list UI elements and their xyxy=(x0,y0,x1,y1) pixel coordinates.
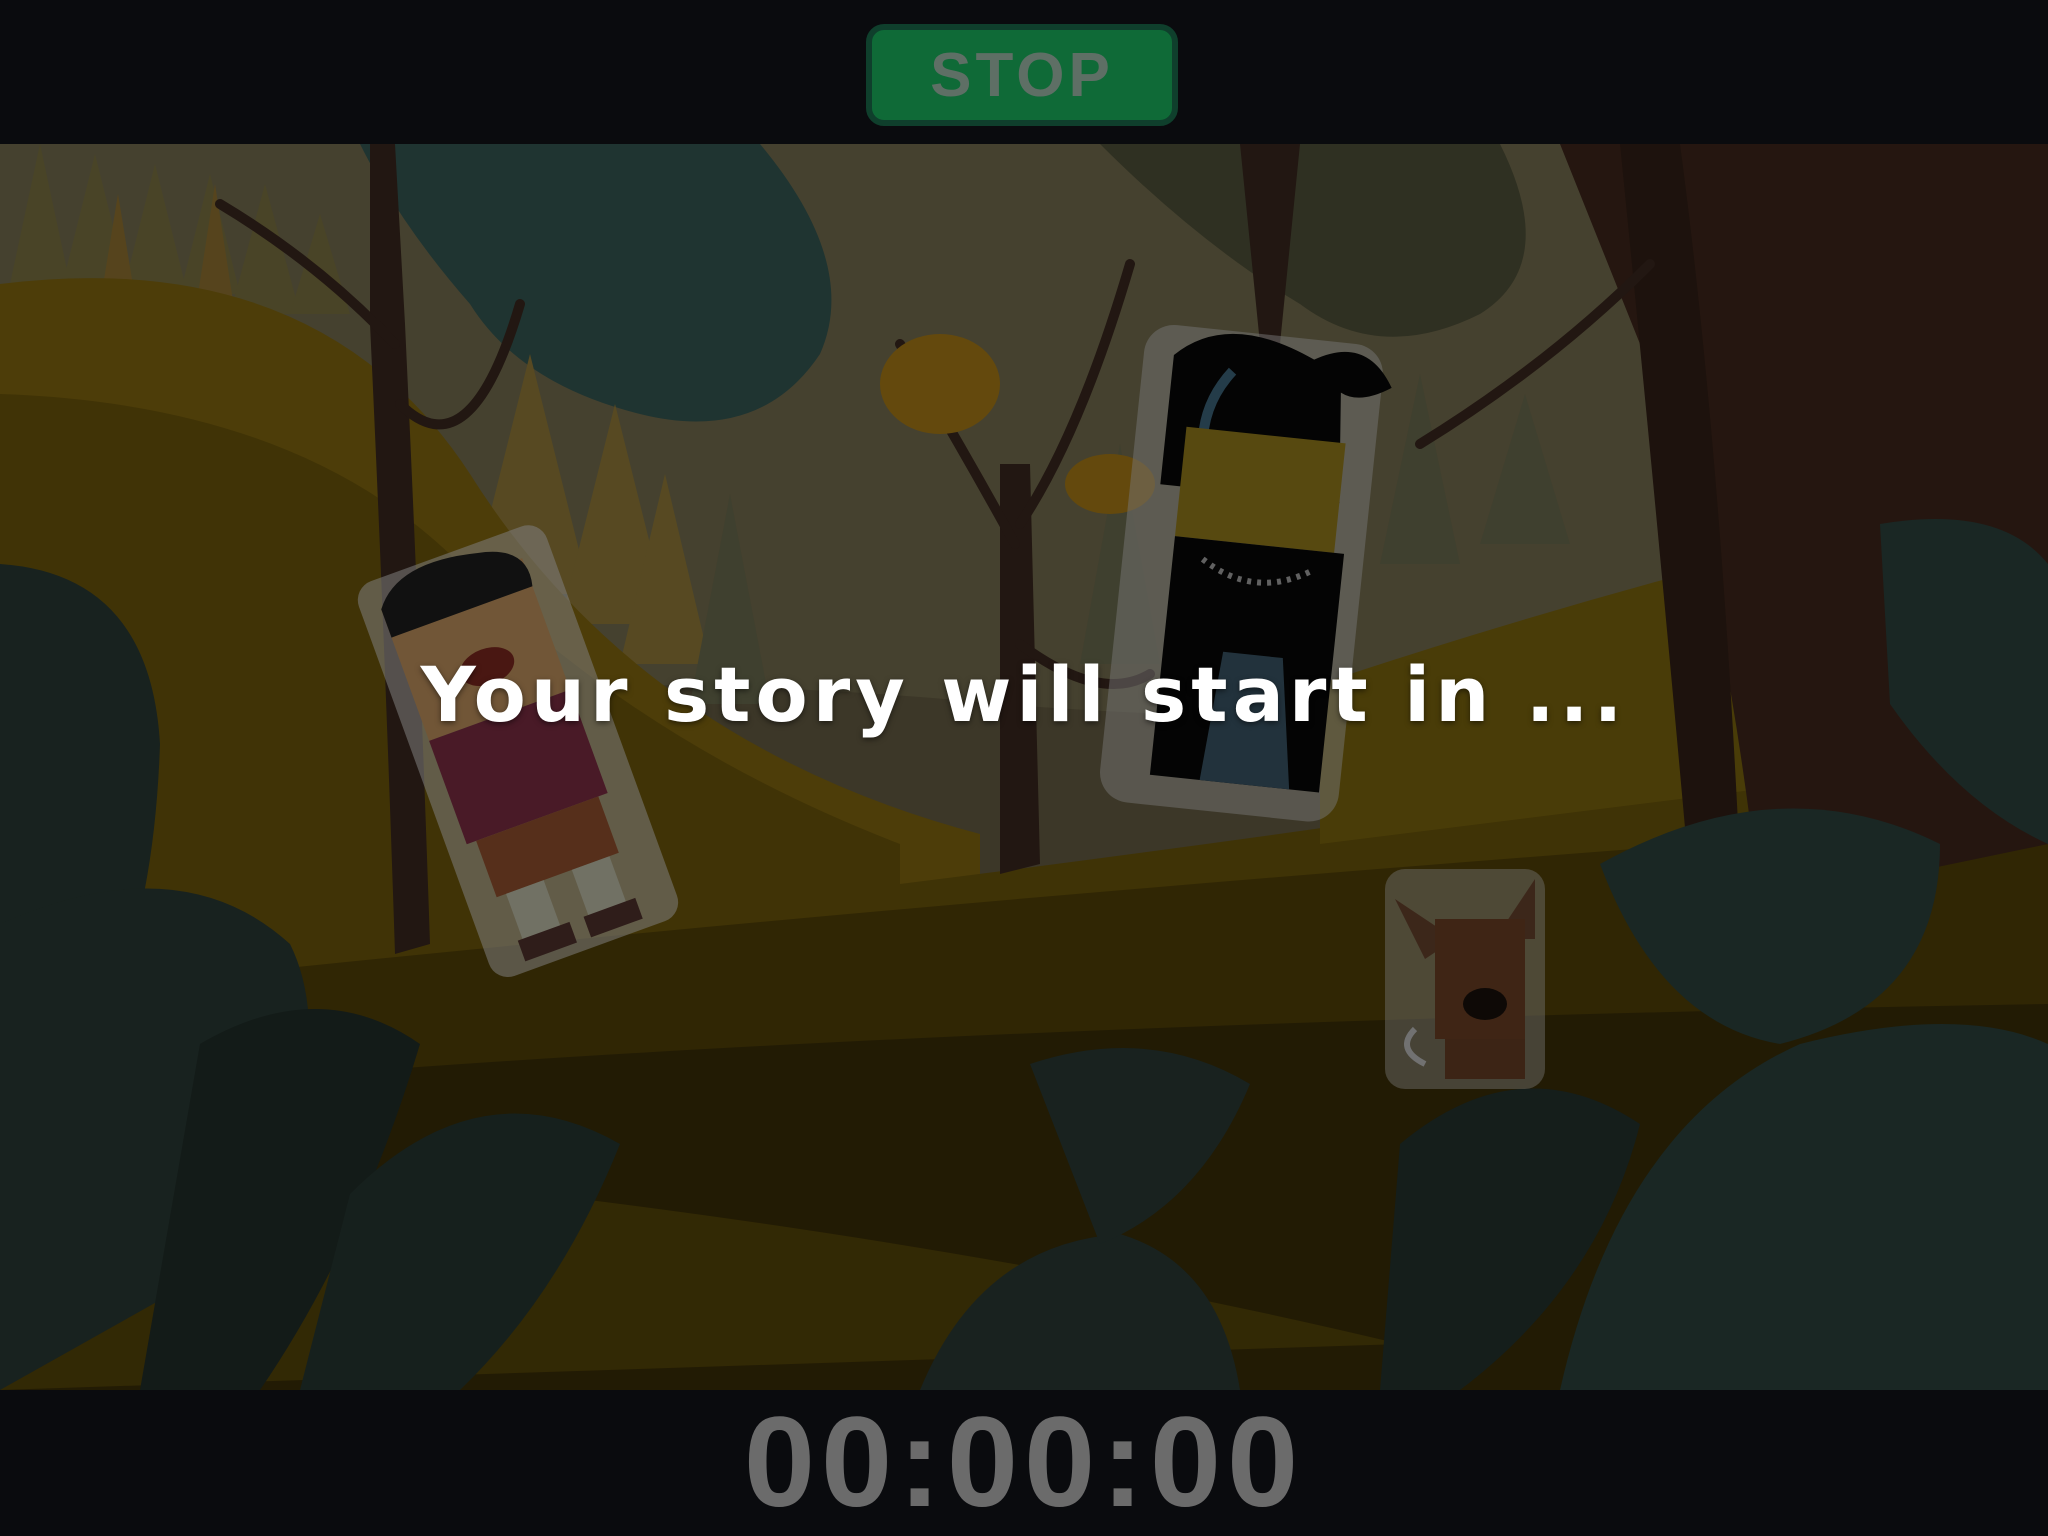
stop-button[interactable]: STOP xyxy=(866,24,1178,126)
bottom-bar: 00:00:00 xyxy=(0,1390,2048,1536)
stop-button-label: STOP xyxy=(930,40,1114,110)
story-scene: Your story will start in ... xyxy=(0,144,2048,1390)
forest-background xyxy=(0,144,2048,1390)
elapsed-timer: 00:00:00 xyxy=(743,1391,1305,1534)
story-app: STOP Your story will start in ... 00:00:… xyxy=(0,0,2048,1536)
top-bar: STOP xyxy=(0,0,2048,144)
countdown-message: Your story will start in ... xyxy=(420,650,1628,739)
